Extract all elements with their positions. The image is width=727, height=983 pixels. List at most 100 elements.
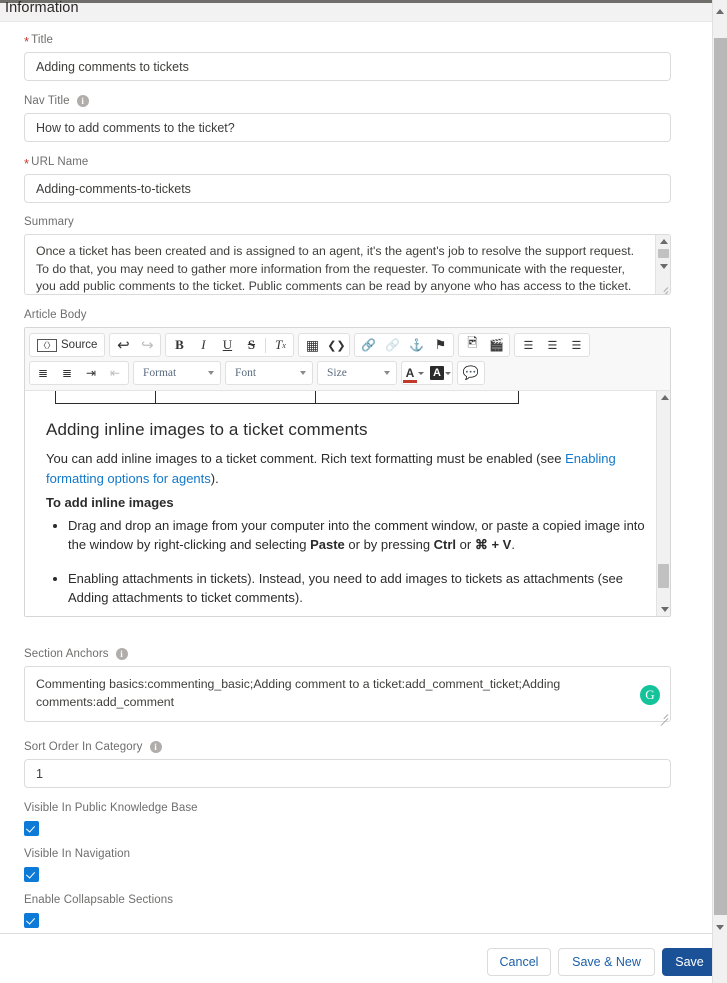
editor-scrollbar[interactable] <box>656 391 670 616</box>
page-scroll-thumb[interactable] <box>714 38 727 915</box>
field-title: * Title <box>24 32 671 81</box>
align-center-icon[interactable]: ☰ <box>540 334 564 356</box>
format-select[interactable]: Format <box>133 361 221 385</box>
underline-icon[interactable]: U <box>215 334 239 356</box>
page-title: Information <box>5 0 79 16</box>
field-enable-collapsable: Enable Collapsable Sections <box>24 892 671 928</box>
link-icon[interactable]: 🔗 <box>356 334 380 356</box>
resize-grip-icon[interactable] <box>657 708 669 726</box>
image-icon[interactable]: 🖻 <box>460 334 484 356</box>
link-group: 🔗 🔗 ⚓ ⚑ <box>354 333 455 357</box>
field-visible-navigation: Visible In Navigation <box>24 846 671 882</box>
information-section-header: Information <box>0 0 712 22</box>
field-section-anchors: Section Anchors i Commenting basics:comm… <box>24 646 671 726</box>
nav-title-label: Nav Title i <box>24 93 671 109</box>
resize-grip-icon[interactable] <box>657 281 669 294</box>
increase-indent-icon[interactable]: ⇥ <box>79 362 103 384</box>
numbered-list-icon[interactable]: ≣ <box>55 362 79 384</box>
italic-icon[interactable]: I <box>191 334 215 356</box>
sort-order-label: Sort Order In Category i <box>24 739 671 755</box>
title-input[interactable] <box>24 52 671 81</box>
source-button[interactable]: 〈〉 Source <box>31 334 103 356</box>
unlink-icon[interactable]: 🔗 <box>380 334 404 356</box>
chevron-down-icon[interactable] <box>418 371 424 375</box>
editor-scroll-thumb[interactable] <box>658 564 669 588</box>
content-subheading: To add inline images <box>46 495 174 510</box>
chevron-down-icon <box>208 371 214 375</box>
table-icon[interactable]: ▦ <box>300 334 324 356</box>
section-anchors-label: Section Anchors i <box>24 646 671 662</box>
info-icon[interactable]: i <box>115 648 128 660</box>
comment-icon[interactable]: 💬 <box>459 362 483 384</box>
summary-value: Once a ticket has been created and is as… <box>36 244 635 293</box>
field-article-body: Article Body 〈〉 Source ↩ ↪ B I U S T x ▦… <box>24 307 671 617</box>
visible-public-kb-checkbox[interactable] <box>24 821 39 836</box>
summary-scroll-thumb[interactable] <box>658 249 669 258</box>
content-heading: Adding inline images to a ticket comment… <box>46 420 368 439</box>
undo-icon[interactable]: ↩ <box>111 334 135 356</box>
enable-collapsable-checkbox[interactable] <box>24 913 39 928</box>
chevron-down-icon <box>300 371 306 375</box>
editor-body[interactable]: Adding inline images to a ticket comment… <box>25 391 670 616</box>
save-button[interactable]: Save <box>662 948 717 976</box>
scroll-up-icon[interactable] <box>656 235 670 248</box>
visible-navigation-checkbox[interactable] <box>24 867 39 882</box>
anchor-icon[interactable]: ⚓ <box>404 334 428 356</box>
align-group: ☰ ☰ ☰ <box>514 333 591 357</box>
scroll-down-icon[interactable] <box>656 260 670 273</box>
background-color-icon[interactable]: A <box>430 366 444 380</box>
title-label: * Title <box>24 33 53 49</box>
url-name-label: * URL Name <box>24 155 89 171</box>
form-footer: Cancel Save & New Save <box>0 933 717 983</box>
toolbar-row-1: 〈〉 Source ↩ ↪ B I U S T x ▦ ❮❯ 🔗 🔗 ⚓ ⚑ 🖻… <box>29 332 666 358</box>
video-icon[interactable]: 🎬 <box>484 334 508 356</box>
section-anchors-textarea[interactable]: Commenting basics:commenting_basic;Addin… <box>24 666 671 726</box>
field-visible-public-kb: Visible In Public Knowledge Base <box>24 800 671 836</box>
text-style-group: B I U S Tx <box>165 333 295 357</box>
editor-toolbar: 〈〉 Source ↩ ↪ B I U S T x ▦ ❮❯ 🔗 🔗 ⚓ ⚑ 🖻… <box>25 328 670 391</box>
form-scroll-area: *Title Nav Title i *URL Name Summary <box>0 22 712 932</box>
toolbar-divider <box>265 337 267 353</box>
decrease-indent-icon[interactable]: ⇤ <box>103 362 127 384</box>
scroll-down-icon[interactable] <box>657 603 670 616</box>
summary-label: Summary <box>24 216 74 228</box>
section-anchors-value: Commenting basics:commenting_basic;Addin… <box>36 677 561 709</box>
field-sort-order: Sort Order In Category i <box>24 739 671 788</box>
page-scrollbar[interactable] <box>712 0 727 983</box>
list-item: Drag and drop an image from your compute… <box>68 516 646 555</box>
align-left-icon[interactable]: ☰ <box>516 334 540 356</box>
info-icon[interactable]: i <box>149 741 162 753</box>
summary-textarea[interactable]: Once a ticket has been created and is as… <box>24 234 671 295</box>
scroll-up-icon[interactable] <box>657 391 670 404</box>
content-paragraph: You can add inline images to a ticket co… <box>46 451 616 486</box>
save-and-new-button[interactable]: Save & New <box>558 948 655 976</box>
bold-icon[interactable]: B <box>167 334 191 356</box>
chevron-down-icon[interactable] <box>445 371 451 375</box>
list-group: ≣ ≣ ⇥ ⇤ <box>29 361 129 385</box>
rich-text-editor: 〈〉 Source ↩ ↪ B I U S T x ▦ ❮❯ 🔗 🔗 ⚓ ⚑ 🖻… <box>24 327 671 617</box>
scroll-down-icon[interactable] <box>713 920 727 935</box>
sort-order-input[interactable] <box>24 759 671 788</box>
remove-format-icon[interactable]: Tx <box>268 334 292 356</box>
strikethrough-icon[interactable]: S <box>239 334 263 356</box>
size-select[interactable]: Size <box>317 361 397 385</box>
insert-group: ▦ ❮❯ <box>298 333 351 357</box>
html-source-icon[interactable]: ❮❯ <box>324 334 348 356</box>
editor-content[interactable]: Adding inline images to a ticket comment… <box>25 391 670 608</box>
grammarly-icon[interactable]: G <box>640 685 660 705</box>
bulleted-list-icon[interactable]: ≣ <box>31 362 55 384</box>
list-item: Enabling attachments in tickets). Instea… <box>68 569 646 608</box>
flag-icon[interactable]: ⚑ <box>428 334 452 356</box>
scroll-up-icon[interactable] <box>713 4 727 19</box>
url-name-input[interactable] <box>24 174 671 203</box>
align-right-icon[interactable]: ☰ <box>564 334 588 356</box>
field-nav-title: Nav Title i <box>24 93 671 142</box>
redo-icon[interactable]: ↪ <box>135 334 159 356</box>
cancel-button[interactable]: Cancel <box>487 948 551 976</box>
text-color-icon[interactable]: A <box>403 366 417 383</box>
content-list: Drag and drop an image from your compute… <box>46 516 646 608</box>
nav-title-input[interactable] <box>24 113 671 142</box>
info-icon[interactable]: i <box>76 95 89 107</box>
font-select[interactable]: Font <box>225 361 313 385</box>
field-url-name: * URL Name <box>24 154 671 203</box>
